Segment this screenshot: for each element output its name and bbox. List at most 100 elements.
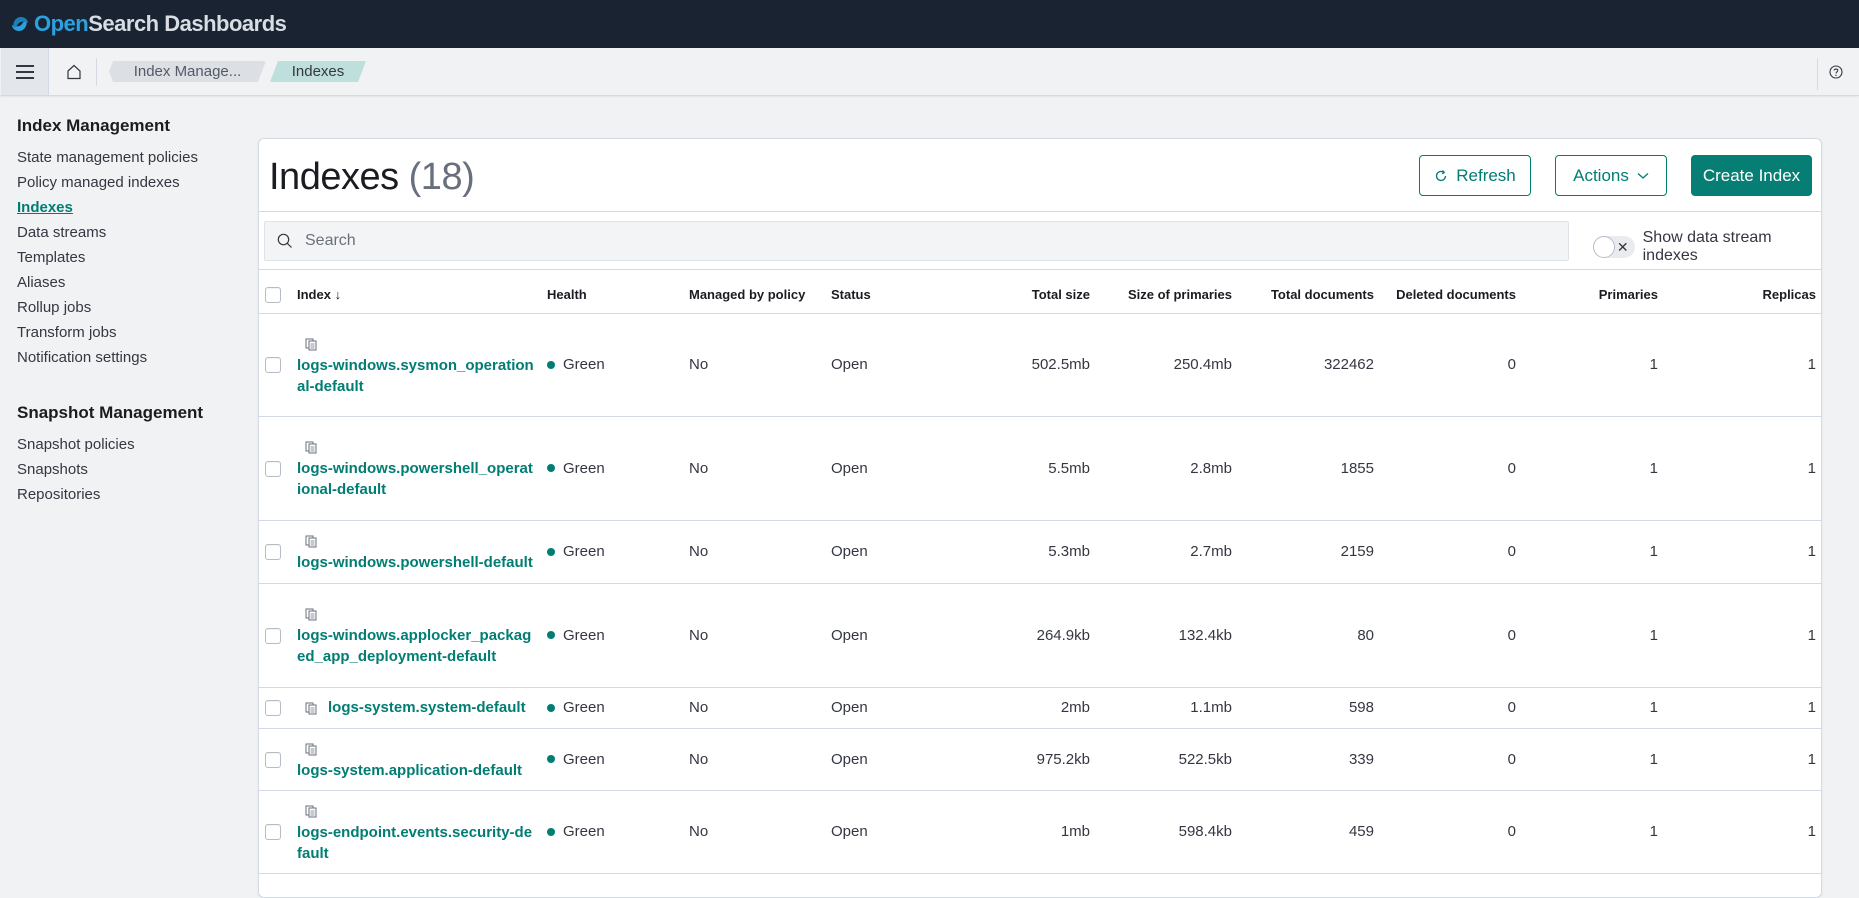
row-checkbox[interactable]	[265, 357, 281, 374]
row-checkbox[interactable]	[265, 544, 281, 561]
health-cell: Green	[541, 728, 683, 791]
sidebar-item-policy-managed-indexes[interactable]: Policy managed indexes	[17, 170, 247, 195]
document-icon[interactable]	[304, 701, 318, 715]
column-header-index[interactable]: Index ↓	[291, 277, 541, 314]
table-row: logs-endpoint.events.security-default Gre…	[259, 790, 1822, 874]
row-select-cell	[259, 790, 291, 874]
health-dot-icon	[547, 464, 555, 472]
column-header-managed-by-policy[interactable]: Managed by policy	[683, 277, 825, 314]
health-value: Green	[563, 459, 605, 477]
total-size-cell: 5.5mb	[925, 416, 1096, 521]
health-value: Green	[563, 699, 605, 716]
column-header-replicas[interactable]: Replicas	[1664, 277, 1822, 314]
row-checkbox[interactable]	[265, 627, 281, 644]
opensearch-logo[interactable]: Open Search Dashboards	[10, 11, 287, 37]
column-header-total-size[interactable]: Total size	[925, 277, 1096, 314]
primary-size-cell: 598.4kb	[1096, 790, 1238, 874]
sidebar-item-data-streams[interactable]: Data streams	[17, 220, 247, 245]
document-icon[interactable]	[304, 440, 318, 454]
refresh-icon	[1436, 169, 1447, 181]
document-icon[interactable]	[304, 607, 318, 621]
index-icon-line	[297, 800, 535, 822]
index-link[interactable]: logs-system.application-default	[297, 762, 522, 779]
primary-size-cell: 132.4kb	[1096, 583, 1238, 688]
document-icon[interactable]	[304, 337, 318, 351]
sidebar-item-snapshot-policies[interactable]: Snapshot policies	[17, 432, 247, 457]
select-all-checkbox[interactable]	[265, 287, 281, 304]
primaries-cell: 1	[1522, 416, 1664, 521]
health-cell: Green	[541, 520, 683, 584]
close-icon: ✕	[1616, 239, 1629, 255]
row-select-cell	[259, 687, 291, 729]
status-cell: Open	[825, 520, 925, 584]
column-header-size-of-primaries[interactable]: Size of primaries	[1096, 277, 1238, 314]
sidebar-item-aliases[interactable]: Aliases	[17, 270, 247, 295]
data-stream-toggle[interactable]: ✕ Show data stream indexes	[1593, 229, 1821, 265]
total-docs-cell: 339	[1238, 728, 1380, 791]
index-link[interactable]: logs-windows.applocker_packaged_app_depl…	[297, 627, 531, 665]
help-button[interactable]	[1826, 62, 1846, 82]
page-title-text: Indexes	[269, 156, 399, 198]
column-header-health[interactable]: Health	[541, 277, 683, 314]
document-icon[interactable]	[304, 534, 318, 548]
index-icon-line	[297, 603, 535, 625]
sidebar-item-state-management-policies[interactable]: State management policies	[17, 145, 247, 170]
column-header-primaries[interactable]: Primaries	[1522, 277, 1664, 314]
row-checkbox[interactable]	[265, 824, 281, 841]
row-select-cell	[259, 313, 291, 417]
row-checkbox[interactable]	[265, 751, 281, 768]
column-header-deleted-documents[interactable]: Deleted documents	[1380, 277, 1522, 314]
health-value: Green	[563, 750, 605, 768]
select-all-cell	[259, 277, 291, 314]
sidebar-item-repositories[interactable]: Repositories	[17, 482, 247, 507]
search-field[interactable]	[264, 221, 1569, 261]
health-dot-icon	[547, 755, 555, 763]
index-link[interactable]: logs-windows.powershell-default	[297, 554, 533, 571]
managed-cell: No	[683, 790, 825, 874]
column-header-status[interactable]: Status	[825, 277, 925, 314]
primaries-cell: 1	[1522, 313, 1664, 417]
toggle-switch[interactable]: ✕	[1593, 236, 1635, 258]
sidebar-item-transform-jobs[interactable]: Transform jobs	[17, 320, 247, 345]
home-button[interactable]	[52, 48, 96, 95]
index-link[interactable]: logs-system.system-default	[328, 697, 526, 718]
managed-cell: No	[683, 687, 825, 729]
sidebar-section-title: Snapshot Management	[17, 403, 204, 422]
brand-rest: Search Dashboards	[88, 11, 287, 36]
sidebar-item-indexes[interactable]: Indexes	[17, 195, 247, 220]
health-dot-icon	[547, 547, 555, 556]
total-size-cell: 975.2kb	[925, 728, 1096, 791]
breadcrumb-index-management[interactable]: Index Manage...	[109, 61, 266, 82]
sidebar-item-snapshots[interactable]: Snapshots	[17, 457, 247, 482]
index-cell: logs-windows.sysmon_operational-default	[291, 313, 541, 417]
health-cell: Green	[541, 790, 683, 874]
refresh-button[interactable]: Refresh	[1419, 155, 1531, 196]
actions-button[interactable]: Actions	[1555, 155, 1667, 196]
status-cell: Open	[825, 583, 925, 688]
deleted-docs-cell: 0	[1380, 520, 1522, 584]
menu-toggle-button[interactable]	[1, 48, 49, 95]
total-docs-cell: 2159	[1238, 520, 1380, 584]
primaries-cell: 1	[1522, 790, 1664, 874]
health-value: Green	[563, 543, 605, 560]
index-link[interactable]: logs-windows.powershell_operational-defa…	[297, 460, 533, 498]
index-link[interactable]: logs-endpoint.events.security-default	[297, 824, 532, 862]
document-icon[interactable]	[304, 804, 318, 818]
create-index-button[interactable]: Create Index	[1691, 155, 1812, 196]
column-header-total-documents[interactable]: Total documents	[1238, 277, 1380, 314]
document-icon[interactable]	[304, 742, 318, 756]
index-link[interactable]: logs-windows.sysmon_operational-default	[297, 357, 534, 395]
search-input[interactable]	[305, 232, 1505, 250]
indexes-table: Index ↓ Health Managed by policy Status …	[259, 277, 1822, 874]
health-dot-icon	[547, 703, 555, 712]
total-size-cell: 502.5mb	[925, 313, 1096, 417]
row-checkbox[interactable]	[265, 700, 281, 717]
status-cell: Open	[825, 790, 925, 874]
row-checkbox[interactable]	[265, 460, 281, 477]
sidebar-item-templates[interactable]: Templates	[17, 245, 247, 270]
table-row: logs-system.system-default Green No Open 2mb…	[259, 687, 1822, 729]
health-value: Green	[563, 356, 605, 373]
sidebar-item-rollup-jobs[interactable]: Rollup jobs	[17, 295, 247, 320]
deleted-docs-cell: 0	[1380, 687, 1522, 729]
sidebar-item-notification-settings[interactable]: Notification settings	[17, 345, 247, 370]
